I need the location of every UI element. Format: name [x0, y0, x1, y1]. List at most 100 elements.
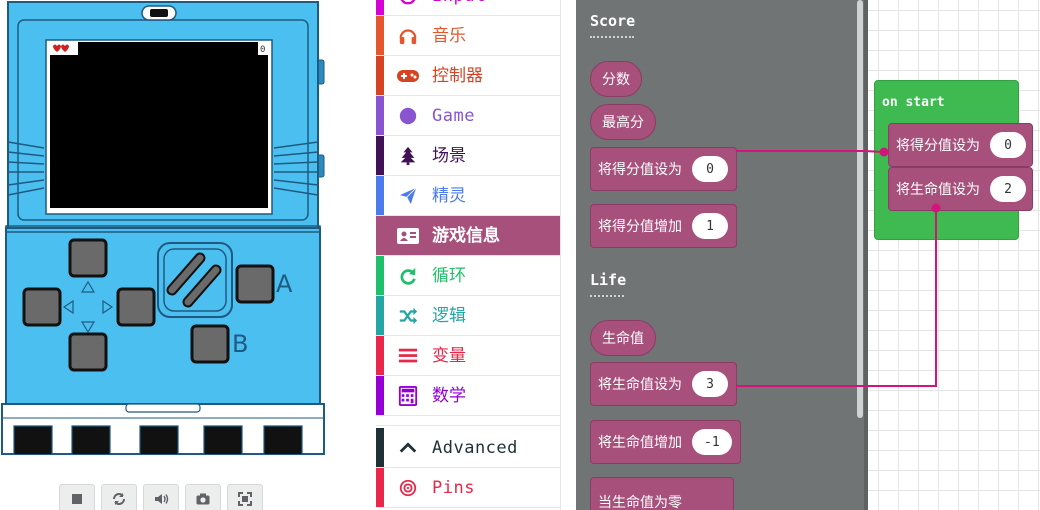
category-label: Game: [432, 106, 475, 126]
category-input[interactable]: Input: [376, 0, 560, 16]
set-life-block-label: 将生命值设为: [598, 377, 682, 393]
shuffle-icon: [396, 305, 420, 327]
restart-button[interactable]: [101, 484, 137, 510]
workspace-canvas[interactable]: [868, 0, 1040, 510]
game-console-device: 0: [1, 1, 325, 455]
restart-icon: [113, 493, 125, 505]
block-flyout: Score 分数 最高分 将得分值设为 0 将得分值增加 1 Life 生命值 …: [576, 0, 868, 510]
category-label: 逻辑: [432, 306, 466, 326]
on-life-zero-block[interactable]: 当生命值为零: [590, 477, 734, 510]
svg-text:0: 0: [260, 45, 265, 55]
button-b-label: B: [232, 330, 249, 358]
button-a[interactable]: [235, 264, 275, 304]
workspace-set-life-block[interactable]: 将生命值设为 2: [888, 167, 1033, 211]
input-icon: [396, 0, 420, 7]
category-color-stripe: [376, 336, 384, 375]
category-color-stripe: [376, 176, 384, 215]
high-score-reporter-block[interactable]: 最高分: [590, 104, 656, 140]
id-card-icon: [396, 225, 420, 247]
set-life-value-input[interactable]: 3: [692, 371, 728, 397]
change-score-block[interactable]: 将得分值增加 1: [590, 204, 737, 248]
category-color-stripe: [376, 428, 384, 467]
toolbox-border: [560, 0, 576, 510]
flyout-heading-life-text: Life: [590, 271, 627, 289]
category-loop[interactable]: 循环: [376, 256, 560, 296]
category-target[interactable]: Pins: [376, 468, 560, 508]
loop-icon: [396, 265, 420, 287]
category-label: 音乐: [432, 26, 466, 46]
category-color-stripe: [376, 296, 384, 335]
category-paper-plane[interactable]: 精灵: [376, 176, 560, 216]
flyout-heading-score-text: Score: [590, 12, 636, 30]
screenshot-button[interactable]: [185, 484, 221, 510]
category-color-stripe: [376, 468, 384, 507]
category-circle[interactable]: Game: [376, 96, 560, 136]
headphones-icon: [396, 25, 420, 47]
category-color-stripe: [376, 136, 384, 175]
on-life-zero-block-label: 当生命值为零: [598, 495, 682, 510]
category-variables[interactable]: 变量: [376, 336, 560, 376]
category-tree[interactable]: 场景: [376, 136, 560, 176]
score-reporter-block[interactable]: 分数: [590, 61, 642, 97]
speaker-icon: [155, 494, 169, 504]
category-color-stripe: [376, 56, 384, 95]
workspace-set-score-label: 将得分值设为: [896, 138, 980, 154]
flyout-scrollbar[interactable]: [857, 0, 863, 418]
button-b[interactable]: [190, 324, 230, 364]
set-score-value-input[interactable]: 0: [692, 156, 728, 182]
mute-button[interactable]: [143, 484, 179, 510]
fullscreen-button[interactable]: [227, 484, 263, 510]
category-calculator[interactable]: 数学: [376, 376, 560, 416]
category-gamepad[interactable]: 控制器: [376, 56, 560, 96]
category-shuffle[interactable]: 逻辑: [376, 296, 560, 336]
flyout-heading-score: Score: [590, 12, 635, 38]
set-life-block[interactable]: 将生命值设为 3: [590, 362, 737, 406]
category-id-card[interactable]: 游戏信息: [376, 216, 560, 256]
heading-underline: [590, 36, 634, 38]
category-label: 游戏信息: [432, 226, 500, 246]
paper-plane-icon: [396, 185, 420, 207]
category-color-stripe: [376, 96, 384, 135]
menu-button[interactable]: [157, 242, 233, 318]
circle-icon: [396, 105, 420, 127]
category-label: Advanced: [432, 438, 518, 458]
toolbox-separator: [376, 416, 560, 426]
change-life-block[interactable]: 将生命值增加 -1: [590, 420, 741, 464]
simulator-pane: 0 A B: [0, 0, 376, 510]
life-reporter-block[interactable]: 生命值: [590, 320, 656, 356]
variables-icon: [396, 345, 420, 367]
category-label: 控制器: [432, 66, 483, 86]
category-label: 精灵: [432, 186, 466, 206]
life-block-label: 生命值: [602, 331, 644, 347]
stop-button[interactable]: [59, 484, 95, 510]
flyout-heading-life: Life: [590, 271, 626, 297]
workspace-set-score-block[interactable]: 将得分值设为 0: [888, 123, 1033, 167]
gamepad-icon: [396, 65, 420, 87]
change-life-value-input[interactable]: -1: [692, 429, 732, 455]
category-color-stripe: [376, 376, 384, 415]
on-start-label: on start: [882, 95, 945, 110]
workspace-set-life-value[interactable]: 2: [990, 176, 1026, 202]
fullscreen-icon: [238, 492, 252, 506]
category-color-stripe: [376, 0, 384, 15]
button-a-label: A: [276, 270, 293, 298]
chevron-up-icon: [396, 437, 420, 459]
workspace-set-score-value[interactable]: 0: [990, 132, 1026, 158]
category-color-stripe: [376, 16, 384, 55]
change-life-block-label: 将生命值增加: [598, 435, 682, 451]
simulator-controls: [59, 484, 267, 510]
set-score-block-label: 将得分值设为: [598, 162, 682, 178]
heading-underline: [590, 295, 624, 297]
set-score-block[interactable]: 将得分值设为 0: [590, 147, 737, 191]
category-label: Input: [432, 0, 486, 7]
category-label: 变量: [432, 346, 466, 366]
editor-root: 0 A B 音乐 控制器 Game 场景 精灵 游戏信息 循环 逻辑 变量 数学…: [0, 0, 1040, 510]
calculator-icon: [396, 385, 420, 407]
target-icon: [396, 477, 420, 499]
category-chevron-up[interactable]: Advanced: [376, 428, 560, 468]
category-headphones[interactable]: 音乐: [376, 16, 560, 56]
change-score-value-input[interactable]: 1: [692, 213, 728, 239]
toolbox: Input 音乐控制器 Game 场景精灵游戏信息循环逻辑变量数学 Advanced P…: [376, 0, 560, 510]
category-color-stripe: [376, 256, 384, 295]
category-label: Pins: [432, 478, 475, 498]
